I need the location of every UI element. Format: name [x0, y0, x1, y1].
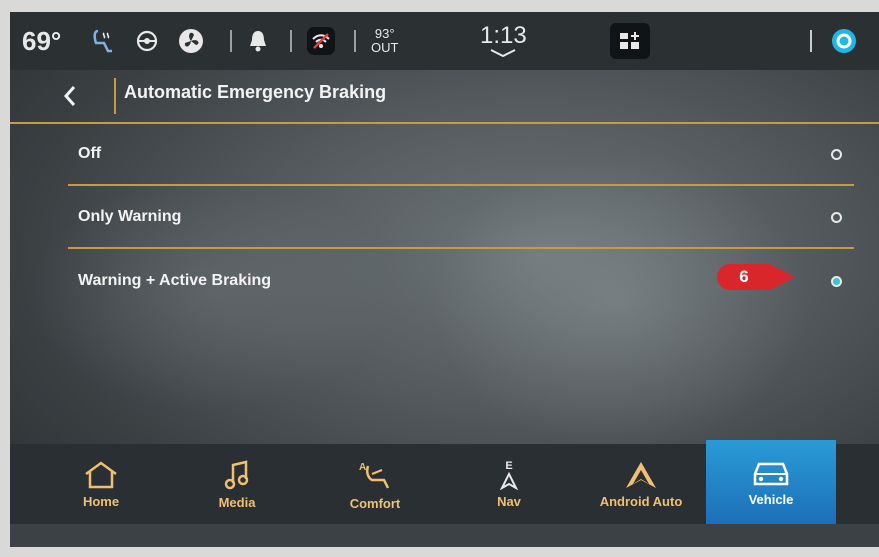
- car-icon: [753, 462, 789, 485]
- bottom-bezel: [10, 524, 879, 547]
- radio-button[interactable]: [831, 211, 842, 223]
- option-off[interactable]: Off: [68, 123, 854, 185]
- svg-text:A: A: [359, 462, 366, 473]
- nav-media[interactable]: Media: [182, 444, 292, 524]
- nav-label: Vehicle: [748, 491, 794, 507]
- outside-temperature: 93° OUT: [371, 12, 398, 70]
- outside-temp-label: OUT: [371, 40, 399, 55]
- nav-comfort[interactable]: A Comfort: [320, 444, 430, 524]
- status-divider: [810, 30, 812, 52]
- option-label: Warning + Active Braking: [78, 272, 272, 289]
- page-title: Automatic Emergency Braking: [124, 82, 387, 102]
- heated-seat-icon[interactable]: [90, 12, 120, 70]
- nav-vehicle[interactable]: Vehicle: [706, 440, 836, 524]
- nav-android-auto[interactable]: Android Auto: [586, 444, 696, 524]
- seat-icon: A: [359, 462, 390, 489]
- status-divider: [290, 30, 292, 52]
- music-note-icon: [224, 459, 249, 489]
- clock[interactable]: 1:13: [480, 12, 527, 70]
- page-header: Automatic Emergency Braking: [10, 70, 879, 122]
- nav-label: Comfort: [349, 495, 401, 511]
- nav-label: Media: [218, 494, 256, 510]
- chevron-left-icon: [63, 86, 76, 106]
- radio-button-selected[interactable]: [831, 275, 842, 287]
- callout-marker: 6: [715, 262, 805, 292]
- home-icon: [85, 460, 117, 488]
- back-button[interactable]: [40, 76, 100, 116]
- nav-label: Android Auto: [599, 493, 683, 509]
- android-auto-icon: [626, 461, 656, 488]
- display-frame: 69° 93° OUT 1:13 Automatic Emergency Bra…: [0, 0, 879, 557]
- status-divider: [354, 30, 356, 52]
- wifi-off-icon[interactable]: [306, 12, 336, 70]
- status-bar: 69° 93° OUT 1:13: [10, 12, 879, 70]
- apps-icon[interactable]: [610, 12, 650, 70]
- bell-icon[interactable]: [246, 12, 270, 70]
- compass-icon: [499, 471, 519, 490]
- nav-navigation[interactable]: E Nav: [454, 444, 564, 524]
- nav-label: Home: [82, 493, 120, 509]
- option-label: Off: [78, 145, 102, 162]
- option-label: Only Warning: [78, 208, 182, 225]
- callout-number: 6: [739, 267, 749, 286]
- compass-heading: E: [505, 459, 513, 472]
- status-divider: [230, 30, 232, 52]
- nav-label: Nav: [497, 493, 521, 509]
- radio-button[interactable]: [831, 148, 842, 160]
- infotainment-screen: 69° 93° OUT 1:13 Automatic Emergency Bra…: [10, 12, 879, 547]
- option-only-warning[interactable]: Only Warning: [68, 186, 854, 248]
- temperature-display[interactable]: 69°: [22, 12, 61, 70]
- fan-icon[interactable]: [176, 12, 206, 70]
- bottom-nav-bar: Home Media A Comfort E Nav Android Auto …: [10, 440, 879, 524]
- option-divider: [68, 247, 854, 249]
- nav-home[interactable]: Home: [46, 444, 156, 524]
- chevron-down-icon: [490, 49, 516, 58]
- heated-steering-icon[interactable]: [134, 12, 160, 70]
- outside-temp-value: 93°: [374, 26, 395, 41]
- header-divider: [114, 78, 116, 114]
- clock-time: 1:13: [480, 22, 527, 49]
- voice-assistant-icon[interactable]: [830, 12, 858, 70]
